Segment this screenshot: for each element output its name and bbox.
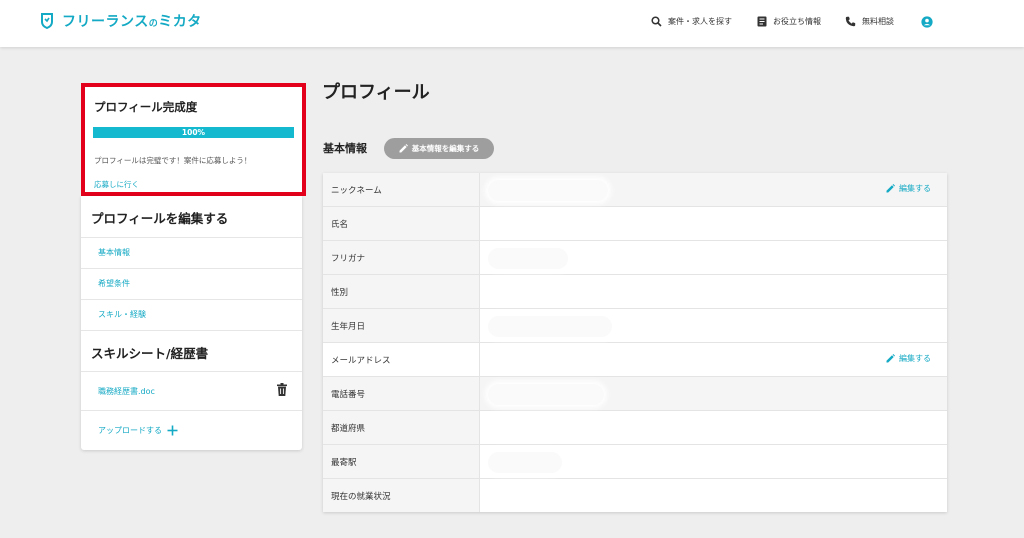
completion-progress-bar: 100% — [93, 127, 294, 138]
row-label: 最寄駅 — [323, 445, 480, 478]
search-icon — [651, 16, 662, 27]
logo[interactable]: フリーランスのミカタ — [40, 11, 202, 31]
completion-message: プロフィールは完璧です！案件に応募しよう！ — [94, 156, 252, 165]
row-label: 性別 — [323, 275, 480, 308]
row-value: 編集する — [480, 343, 947, 376]
table-row-name: 氏名 — [323, 207, 947, 241]
edit-basic-info-label: 基本情報を編集する — [411, 144, 480, 153]
nav-info-label: お役立ち情報 — [773, 17, 821, 26]
table-row-prefecture: 都道府県 — [323, 411, 947, 445]
divider — [81, 410, 302, 411]
blurred-value — [488, 316, 612, 337]
pencil-icon — [399, 144, 408, 153]
trash-icon[interactable] — [277, 383, 287, 396]
blurred-value — [488, 452, 562, 473]
upload-button[interactable]: アップロードする — [98, 425, 178, 436]
row-value — [480, 445, 947, 478]
nav-search-jobs[interactable]: 案件・求人を探す — [651, 16, 732, 27]
logo-text: フリーランスのミカタ — [62, 14, 202, 30]
nav-search-label: 案件・求人を探す — [668, 17, 732, 26]
row-label: 氏名 — [323, 207, 480, 240]
nav-consult-label: 無料相談 — [862, 17, 894, 26]
side-link-skills[interactable]: スキル・経験 — [98, 309, 146, 320]
row-label: ニックネーム — [323, 173, 480, 206]
table-row-birthdate: 生年月日 — [323, 309, 947, 343]
row-label: フリガナ — [323, 241, 480, 274]
edit-email-link[interactable]: 編集する — [886, 353, 931, 364]
basic-info-heading: 基本情報 — [323, 142, 367, 155]
account-icon — [921, 16, 933, 28]
header: フリーランスのミカタ 案件・求人を探す お役立ち情報 無料相談 — [0, 0, 1024, 47]
completion-progress-fill: 100% — [93, 127, 294, 138]
phone-icon — [845, 16, 856, 27]
completion-title: プロフィール完成度 — [94, 100, 198, 114]
pencil-icon — [886, 354, 895, 363]
edit-basic-info-button[interactable]: 基本情報を編集する — [384, 138, 494, 159]
blurred-value — [488, 180, 608, 201]
row-label: 現在の就業状況 — [323, 479, 480, 512]
row-value — [480, 207, 947, 240]
resume-file-link[interactable]: 職務経歴書.doc — [98, 386, 155, 397]
page-title: プロフィール — [322, 82, 430, 103]
row-label: メールアドレス — [323, 343, 480, 376]
divider — [81, 237, 302, 238]
blurred-value — [488, 248, 568, 269]
divider — [81, 268, 302, 269]
apply-link[interactable]: 応募しに行く — [94, 179, 139, 190]
blurred-value — [488, 384, 604, 405]
article-icon — [757, 16, 767, 27]
basic-info-table: ニックネーム 編集する 氏名 フリガナ 性別 生年月日 メールアドレス 編集する… — [323, 173, 947, 512]
row-value — [480, 479, 947, 512]
table-row-gender: 性別 — [323, 275, 947, 309]
plus-icon — [167, 425, 178, 436]
table-row-nickname: ニックネーム 編集する — [323, 173, 947, 207]
row-value — [480, 411, 947, 444]
upload-label: アップロードする — [98, 426, 162, 435]
shield-logo-icon — [41, 13, 53, 29]
row-value — [480, 241, 947, 274]
table-row-furigana: フリガナ — [323, 241, 947, 275]
row-value: 編集する — [480, 173, 947, 206]
table-row-email: メールアドレス 編集する — [323, 343, 947, 377]
side-link-preferences[interactable]: 希望条件 — [98, 278, 130, 289]
row-label: 都道府県 — [323, 411, 480, 444]
side-link-basic-info[interactable]: 基本情報 — [98, 247, 130, 258]
divider — [81, 371, 302, 372]
profile-completion-card: プロフィール完成度 100% プロフィールは完璧です！案件に応募しよう！ 応募し… — [81, 83, 306, 196]
row-label: 生年月日 — [323, 309, 480, 342]
edit-profile-title: プロフィールを編集する — [91, 211, 229, 226]
row-label: 電話番号 — [323, 377, 480, 410]
edit-link-label: 編集する — [899, 184, 931, 193]
divider — [81, 299, 302, 300]
divider — [81, 330, 302, 331]
row-value — [480, 275, 947, 308]
edit-nickname-link[interactable]: 編集する — [886, 183, 931, 194]
row-value — [480, 377, 947, 410]
account-button[interactable] — [921, 16, 933, 28]
edit-profile-card: プロフィールを編集する 基本情報 希望条件 スキル・経験 スキルシート/経歴書 … — [81, 196, 302, 450]
row-value — [480, 309, 947, 342]
nav-free-consult[interactable]: 無料相談 — [845, 16, 894, 27]
pencil-icon — [886, 184, 895, 193]
nav-useful-info[interactable]: お役立ち情報 — [757, 16, 821, 27]
table-row-employment: 現在の就業状況 — [323, 479, 947, 512]
table-row-phone: 電話番号 — [323, 377, 947, 411]
edit-link-label: 編集する — [899, 354, 931, 363]
table-row-station: 最寄駅 — [323, 445, 947, 479]
skill-sheet-title: スキルシート/経歴書 — [91, 346, 209, 361]
